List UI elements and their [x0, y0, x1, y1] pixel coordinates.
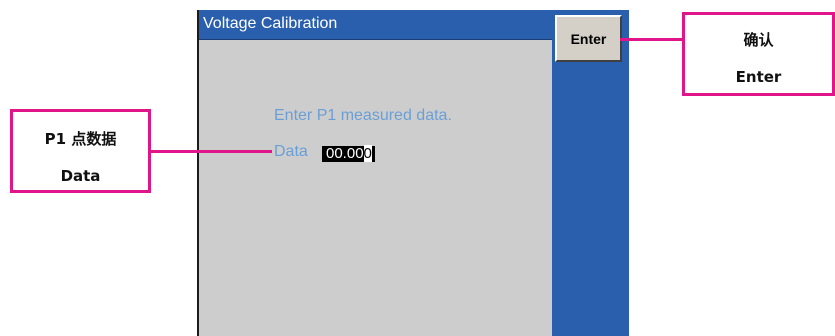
- annotation-enter-subtitle: Enter: [735, 68, 782, 86]
- data-input-cursor: 0: [363, 145, 372, 162]
- data-label: Data: [274, 143, 308, 160]
- annotation-enter-title: 确认: [743, 31, 774, 49]
- annotation-enter-leader: [620, 38, 682, 41]
- annotation-data-leader: [151, 150, 272, 153]
- annotation-data-title: P1 点数据: [44, 130, 117, 148]
- enter-button[interactable]: Enter: [555, 15, 622, 62]
- calibration-screen: Voltage Calibration Enter P1 measured da…: [197, 10, 552, 336]
- annotation-data-subtitle: Data: [60, 167, 101, 185]
- data-input-field[interactable]: 00.000: [322, 145, 375, 162]
- data-input-value: 00.00: [326, 145, 364, 162]
- calibration-device: Voltage Calibration Enter P1 measured da…: [197, 0, 629, 336]
- annotation-enter-callout: 确认 Enter: [682, 12, 835, 96]
- annotation-data-callout: P1 点数据 Data: [10, 109, 151, 193]
- prompt-text: Enter P1 measured data.: [274, 107, 452, 124]
- window-title: Voltage Calibration: [199, 10, 552, 40]
